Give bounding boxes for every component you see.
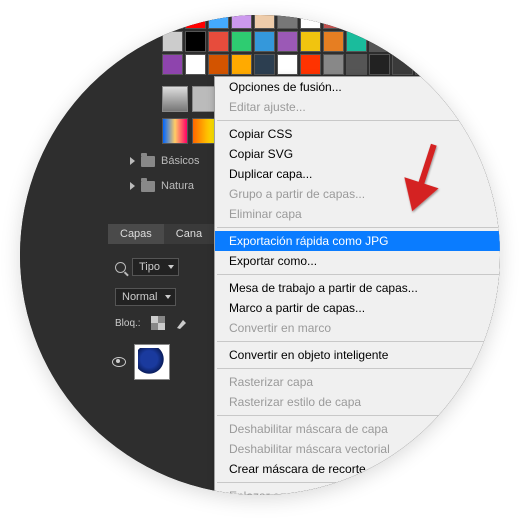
- menu-grupo-capas: Grupo a partir de capas...: [215, 184, 500, 204]
- blend-mode-select[interactable]: Normal: [115, 288, 176, 306]
- lock-row: Bloq.:: [115, 316, 189, 330]
- color-swatch[interactable]: [208, 31, 229, 52]
- layer-thumbnail[interactable]: [134, 344, 170, 380]
- filter-select[interactable]: Tipo: [132, 258, 179, 276]
- lock-label: Bloq.:: [115, 318, 141, 329]
- color-swatch[interactable]: [323, 15, 344, 29]
- color-swatch[interactable]: [208, 15, 229, 29]
- menu-exportar-como[interactable]: Exportar como...: [215, 251, 500, 271]
- menu-exportacion-rapida[interactable]: Exportación rápida como JPG: [215, 231, 500, 251]
- color-swatch[interactable]: [461, 31, 482, 52]
- blend-mode-row: Normal: [115, 288, 176, 306]
- menu-deshabilitar-mascara: Deshabilitar máscara de capa: [215, 419, 500, 439]
- folder-natura[interactable]: Natura: [130, 180, 194, 192]
- search-icon: [115, 262, 126, 273]
- color-swatch[interactable]: [461, 54, 482, 75]
- color-swatch[interactable]: [346, 31, 367, 52]
- folder-label: Básicos: [161, 155, 200, 167]
- color-swatch[interactable]: [300, 15, 321, 29]
- chevron-right-icon: [130, 157, 135, 165]
- color-swatch[interactable]: [277, 31, 298, 52]
- color-swatch[interactable]: [415, 15, 436, 29]
- color-swatch[interactable]: [438, 31, 459, 52]
- color-swatch[interactable]: [323, 31, 344, 52]
- color-swatch[interactable]: [162, 54, 183, 75]
- menu-enlazar-capas: Enlazar capas: [215, 486, 500, 495]
- menu-copiar-svg[interactable]: Copiar SVG: [215, 144, 500, 164]
- color-swatch[interactable]: [185, 54, 206, 75]
- color-swatch[interactable]: [277, 54, 298, 75]
- folder-label: Natura: [161, 180, 194, 192]
- color-swatch[interactable]: [392, 15, 413, 29]
- color-swatch[interactable]: [392, 31, 413, 52]
- tab-capas[interactable]: Capas: [108, 224, 164, 244]
- menu-rasterizar-capa: Rasterizar capa: [215, 372, 500, 392]
- tab-canales[interactable]: Cana: [164, 224, 214, 244]
- color-swatch[interactable]: [346, 15, 367, 29]
- menu-convertir-inteligente[interactable]: Convertir en objeto inteligente: [215, 345, 500, 365]
- menu-rasterizar-estilo: Rasterizar estilo de capa: [215, 392, 500, 412]
- color-swatch[interactable]: [415, 31, 436, 52]
- menu-editar-ajuste: Editar ajuste...: [215, 97, 500, 117]
- color-swatch[interactable]: [254, 31, 275, 52]
- color-swatch[interactable]: [300, 54, 321, 75]
- menu-convertir-marco: Convertir en marco: [215, 318, 500, 338]
- menu-eliminar-capa: Eliminar capa: [215, 204, 500, 224]
- color-swatch[interactable]: [346, 54, 367, 75]
- menu-duplicar-capa[interactable]: Duplicar capa...: [215, 164, 500, 184]
- visibility-eye-icon[interactable]: [112, 357, 126, 367]
- color-swatch[interactable]: [185, 15, 206, 29]
- folder-icon: [141, 156, 155, 167]
- color-swatch[interactable]: [254, 54, 275, 75]
- color-swatch[interactable]: [185, 31, 206, 52]
- color-swatch[interactable]: [438, 54, 459, 75]
- no-color-swatch[interactable]: [162, 15, 183, 29]
- color-swatch[interactable]: [208, 54, 229, 75]
- color-swatch[interactable]: [300, 31, 321, 52]
- layer-context-menu: Opciones de fusión... Editar ajuste... C…: [214, 76, 500, 495]
- swatches-grid: [162, 15, 482, 75]
- color-swatch[interactable]: [231, 54, 252, 75]
- chevron-right-icon: [130, 182, 135, 190]
- color-swatch[interactable]: [254, 15, 275, 29]
- brush-lock-icon[interactable]: [175, 316, 189, 330]
- folder-basicos[interactable]: Básicos: [130, 155, 200, 167]
- folder-icon: [141, 181, 155, 192]
- color-swatch[interactable]: [369, 15, 390, 29]
- layer-filter-row[interactable]: Tipo: [115, 258, 179, 276]
- layer-row[interactable]: [112, 344, 170, 380]
- annotation-arrow-icon: [395, 138, 445, 218]
- menu-mesa-trabajo[interactable]: Mesa de trabajo a partir de capas...: [215, 278, 500, 298]
- menu-deshabilitar-vectorial: Deshabilitar máscara vectorial: [215, 439, 500, 459]
- color-swatch[interactable]: [415, 54, 436, 75]
- color-swatch[interactable]: [277, 15, 298, 29]
- menu-crear-recorte[interactable]: Crear máscara de recorte: [215, 459, 500, 479]
- menu-copiar-css[interactable]: Copiar CSS: [215, 124, 500, 144]
- color-swatch[interactable]: [231, 15, 252, 29]
- style-swatch[interactable]: [162, 86, 188, 112]
- color-swatch[interactable]: [461, 15, 482, 29]
- color-swatch[interactable]: [231, 31, 252, 52]
- color-swatch[interactable]: [369, 54, 390, 75]
- color-swatch[interactable]: [323, 54, 344, 75]
- color-swatch[interactable]: [162, 31, 183, 52]
- color-swatch[interactable]: [392, 54, 413, 75]
- transparency-lock-icon[interactable]: [151, 316, 165, 330]
- color-swatch[interactable]: [438, 15, 459, 29]
- gradients-row: [162, 118, 218, 144]
- panel-tabs: Capas Cana: [108, 224, 214, 244]
- menu-marco-capas[interactable]: Marco a partir de capas...: [215, 298, 500, 318]
- color-swatch[interactable]: [369, 31, 390, 52]
- gradient-swatch[interactable]: [162, 118, 188, 144]
- menu-opciones-fusion[interactable]: Opciones de fusión...: [215, 77, 500, 97]
